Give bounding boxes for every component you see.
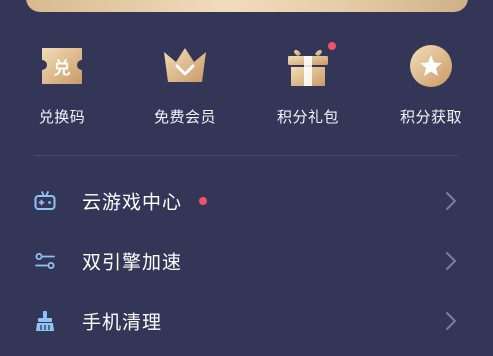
gift-box-icon: [282, 42, 336, 90]
dual-engine-label: 双引擎加速: [82, 251, 183, 274]
menu-item-phone-cleaner[interactable]: 手机清理: [0, 292, 493, 350]
svg-text:兑: 兑: [54, 58, 71, 79]
chevron-right-icon: [445, 311, 457, 331]
menu-item-cloud-gaming[interactable]: 云游戏中心: [0, 172, 493, 230]
section-divider: [34, 155, 458, 156]
quick-actions-row: 兑 兑换码 免费会员 积分礼包 积分获取: [0, 38, 493, 130]
vip-banner[interactable]: [26, 0, 468, 12]
earn-points-button[interactable]: 积分获取: [376, 38, 486, 130]
phone-cleaner-label: 手机清理: [82, 311, 163, 334]
chevron-right-icon: [445, 251, 457, 271]
broom-icon: [34, 310, 56, 332]
redeem-ticket-icon: 兑: [36, 42, 88, 90]
free-membership-button[interactable]: 免费会员: [130, 38, 240, 130]
redeem-code-button[interactable]: 兑 兑换码: [7, 38, 117, 130]
cloud-gaming-dot: [199, 197, 207, 205]
menu-item-dual-engine[interactable]: 双引擎加速: [0, 232, 493, 290]
redeem-code-label: 兑换码: [38, 108, 86, 126]
gamepad-icon: [34, 190, 56, 212]
chevron-right-icon: [445, 191, 457, 211]
points-gift-pack-button[interactable]: 积分礼包: [253, 38, 363, 130]
crown-icon: [159, 42, 211, 90]
dual-engine-icon: [34, 250, 56, 272]
cloud-gaming-label: 云游戏中心: [82, 191, 183, 214]
points-gift-pack-label: 积分礼包: [276, 108, 339, 126]
gift-badge-dot: [328, 42, 336, 50]
star-coin-icon: [405, 42, 457, 90]
earn-points-label: 积分获取: [399, 108, 462, 126]
free-membership-label: 免费会员: [153, 108, 216, 126]
